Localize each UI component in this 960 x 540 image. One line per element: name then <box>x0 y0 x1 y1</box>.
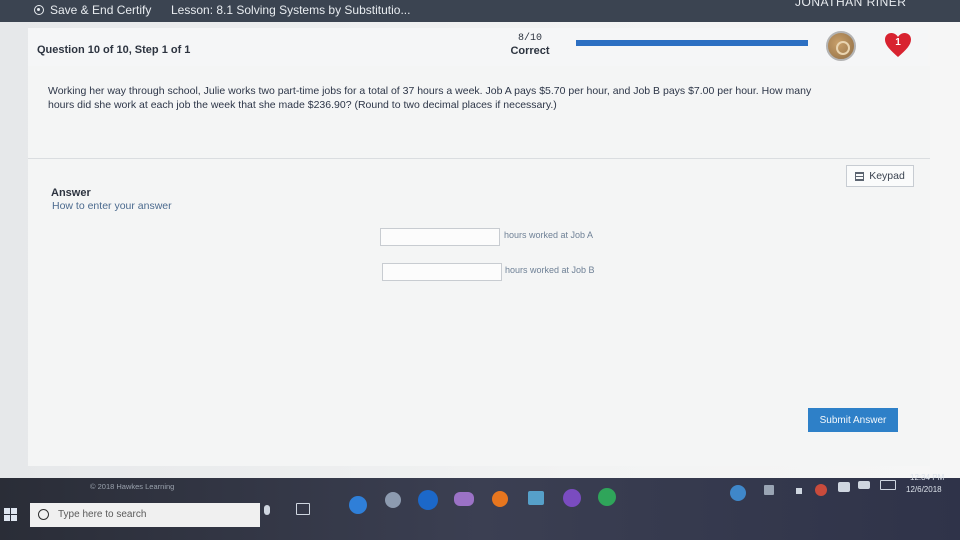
media-icon[interactable] <box>492 491 508 507</box>
network-icon[interactable] <box>858 481 870 489</box>
score-value: 8/10 <box>517 33 542 44</box>
question-title: Question 10 of 10, Step 1 of 1 <box>37 44 191 56</box>
answer-heading: Answer <box>51 187 91 199</box>
cortana-icon <box>38 509 49 520</box>
windows-start-icon[interactable] <box>4 508 18 522</box>
app-screen: Save & End Certify Lesson: 8.1 Solving S… <box>0 0 960 500</box>
user-name: JONATHAN RINER <box>795 0 907 9</box>
edge-browser-icon[interactable] <box>349 496 367 514</box>
job-a-hours-label: hours worked at Job A <box>504 230 594 240</box>
save-end-certify-label: Save & End Certify <box>50 3 152 17</box>
copyright: © 2018 Hawkes Learning <box>90 482 175 491</box>
keyboard-icon[interactable] <box>880 480 896 490</box>
chevron-up-icon[interactable] <box>796 488 802 494</box>
tray-app-icon[interactable] <box>815 484 827 496</box>
question-text: Working her way through school, Julie wo… <box>48 84 908 112</box>
keypad-button[interactable]: Keypad <box>846 165 914 187</box>
coin-icon[interactable] <box>826 31 856 61</box>
keypad-label: Keypad <box>869 170 905 182</box>
app-icon-1[interactable] <box>385 492 401 508</box>
heart-icon: 1 <box>884 32 912 58</box>
job-b-hours-label: hours worked at Job B <box>505 265 595 275</box>
question-body: Working her way through school, Julie wo… <box>28 66 930 466</box>
progress-bar <box>576 40 808 46</box>
score-display: 8/10 Correct <box>498 32 562 58</box>
hp-connect-icon[interactable] <box>454 492 474 506</box>
microphone-icon[interactable] <box>264 505 270 515</box>
task-view-icon[interactable] <box>296 503 310 515</box>
question-text-line-1: Working her way through school, Julie wo… <box>48 85 812 97</box>
help-icon[interactable] <box>730 485 746 501</box>
how-to-enter-link[interactable]: How to enter your answer <box>52 200 172 212</box>
question-text-line-2: hours did she work at each job the week … <box>48 99 557 111</box>
top-bar: Save & End Certify Lesson: 8.1 Solving S… <box>0 0 960 22</box>
clock-date[interactable]: 12/6/2018 <box>906 485 942 494</box>
store-icon[interactable] <box>528 491 544 505</box>
taskbar-search-placeholder: Type here to search <box>58 509 147 520</box>
clock-time[interactable]: 12:34 PM <box>910 473 944 482</box>
progress-fill <box>576 40 808 46</box>
save-end-certify-button[interactable]: Save & End Certify <box>34 3 151 17</box>
taskbar-search[interactable]: Type here to search <box>30 503 260 527</box>
submit-answer-button[interactable]: Submit Answer <box>808 408 898 432</box>
divider <box>28 158 930 159</box>
volume-icon[interactable] <box>838 482 850 492</box>
question-header: Question 10 of 10, Step 1 of 1 8/10 Corr… <box>28 28 928 67</box>
record-icon <box>34 5 44 15</box>
job-a-hours-input[interactable] <box>380 228 500 246</box>
people-icon[interactable] <box>764 485 774 495</box>
checkmark-app-icon[interactable] <box>598 488 616 506</box>
keypad-icon <box>855 171 865 181</box>
job-b-hours-input[interactable] <box>382 263 502 281</box>
hp-icon[interactable] <box>418 490 438 510</box>
score-label: Correct <box>510 45 550 57</box>
app-icon-2[interactable] <box>563 489 581 507</box>
hearts-count: 1 <box>895 37 901 48</box>
lesson-title: Lesson: 8.1 Solving Systems by Substitut… <box>171 3 411 17</box>
